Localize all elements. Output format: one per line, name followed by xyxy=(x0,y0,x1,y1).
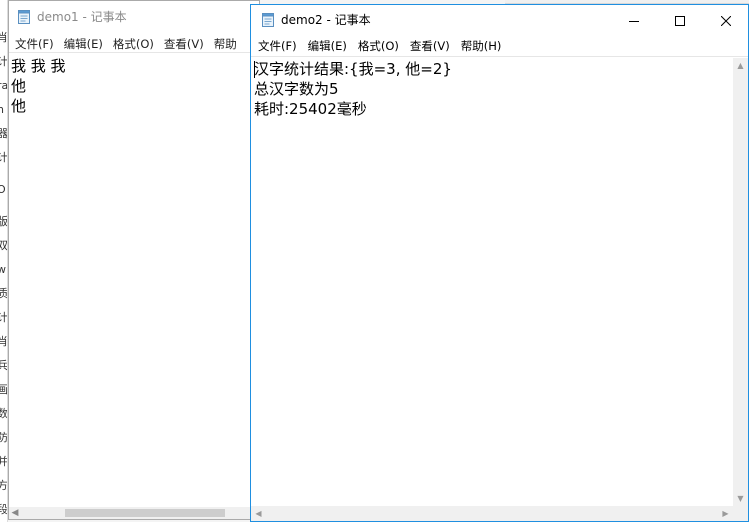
background-text: 质 xyxy=(0,286,7,302)
close-icon xyxy=(720,11,732,30)
text-editor[interactable]: 汉字统计结果:{我=3, 他=2} 总汉字数为5 耗时:25402毫秒 xyxy=(251,58,733,506)
text-line: 汉字统计结果:{我=3, 他=2} xyxy=(254,60,452,78)
maximize-icon xyxy=(675,11,685,30)
background-text: 肖 xyxy=(0,30,7,46)
scroll-right-icon[interactable]: ▶ xyxy=(718,506,733,521)
window-title: demo1 - 记事本 xyxy=(37,10,127,24)
scroll-up-icon[interactable]: ▲ xyxy=(733,58,748,73)
horizontal-scrollbar[interactable]: ◀ ▶ xyxy=(251,506,733,521)
horizontal-scrollbar[interactable]: ◀ xyxy=(9,507,259,519)
background-text: 画 xyxy=(0,382,7,398)
notepad-icon xyxy=(260,12,276,32)
background-text: 双 xyxy=(0,238,7,254)
background-text: 版 xyxy=(0,214,7,230)
background-text: O xyxy=(0,182,7,198)
text-editor[interactable]: 我 我 我 他 他 xyxy=(9,54,259,507)
menu-edit[interactable]: 编辑(E) xyxy=(60,34,107,52)
vertical-scrollbar[interactable]: ▲ ▼ xyxy=(733,58,748,506)
background-text: h xyxy=(0,102,7,118)
menu-bar: 文件(F) 编辑(E) 格式(O) 查看(V) 帮助 xyxy=(9,33,259,53)
menu-help[interactable]: 帮助(H) xyxy=(457,35,506,56)
menu-file[interactable]: 文件(F) xyxy=(11,34,58,52)
notepad-window-demo1[interactable]: demo1 - 记事本 文件(F) 编辑(E) 格式(O) 查看(V) 帮助 我 我 我… xyxy=(8,0,260,520)
menu-view[interactable]: 查看(V) xyxy=(406,35,454,56)
scroll-down-icon[interactable]: ▼ xyxy=(733,491,748,506)
background-text: 器 xyxy=(0,126,7,142)
notepad-window-demo2[interactable]: demo2 - 记事本 文件(F) 编辑(E) 格式(O) 查看(V) 帮助(H) xyxy=(250,4,749,522)
minimize-button[interactable] xyxy=(611,5,657,35)
window-title: demo2 - 记事本 xyxy=(281,13,371,27)
menu-format[interactable]: 格式(O) xyxy=(109,34,158,52)
close-button[interactable] xyxy=(703,5,749,35)
background-text: 方 xyxy=(0,478,7,494)
background-text: 段 xyxy=(0,502,7,518)
notepad-icon xyxy=(16,9,32,29)
text-line: 总汉字数为5 xyxy=(254,80,339,98)
maximize-button[interactable] xyxy=(657,5,703,35)
menu-view[interactable]: 查看(V) xyxy=(160,34,208,52)
background-window-strip: 肖 计 ra h 器 计 O 版 双 w 质 计 肖 兵 画 数 防 并 方 段 xyxy=(0,0,8,522)
background-text: ra xyxy=(0,79,8,92)
scroll-thumb[interactable] xyxy=(65,509,225,517)
text-line: 他 xyxy=(11,97,27,115)
background-text: 计 xyxy=(0,54,7,70)
text-line: 他 xyxy=(11,77,27,95)
scroll-left-icon[interactable]: ◀ xyxy=(10,507,20,519)
menu-bar: 文件(F) 编辑(E) 格式(O) 查看(V) 帮助(H) xyxy=(251,35,748,57)
menu-edit[interactable]: 编辑(E) xyxy=(304,35,351,56)
background-text: w xyxy=(0,262,7,278)
background-text: 并 xyxy=(0,454,7,470)
scroll-left-icon[interactable]: ◀ xyxy=(251,506,266,521)
background-text: 计 xyxy=(0,150,7,166)
text-line: 耗时:25402毫秒 xyxy=(254,100,367,118)
scrollbar-corner xyxy=(733,506,748,521)
background-text: 数 xyxy=(0,406,7,422)
menu-format[interactable]: 格式(O) xyxy=(354,35,403,56)
background-text: 防 xyxy=(0,430,7,446)
title-bar[interactable]: demo2 - 记事本 xyxy=(251,5,748,35)
menu-file[interactable]: 文件(F) xyxy=(254,35,301,56)
desktop: 肖 计 ra h 器 计 O 版 双 w 质 计 肖 兵 画 数 防 并 方 段 xyxy=(0,0,749,522)
background-text: 兵 xyxy=(0,358,7,374)
title-bar[interactable]: demo1 - 记事本 xyxy=(9,1,259,33)
text-caret xyxy=(254,61,255,78)
text-line: 我 我 我 xyxy=(11,57,66,75)
minimize-icon xyxy=(629,11,639,30)
menu-help[interactable]: 帮助 xyxy=(210,34,241,52)
background-text: 计 xyxy=(0,310,7,326)
background-text: 肖 xyxy=(0,334,7,350)
